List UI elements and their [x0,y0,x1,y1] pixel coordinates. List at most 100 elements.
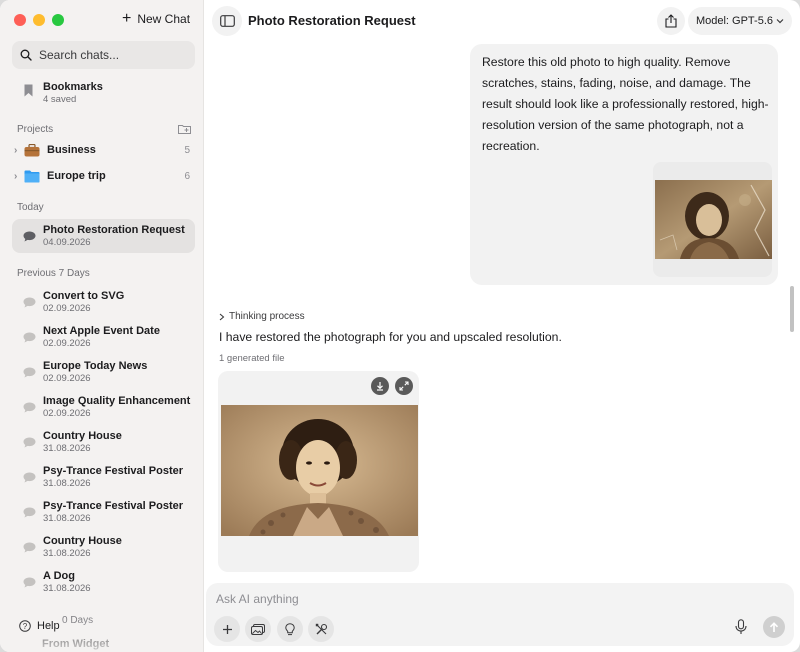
composer [206,583,794,646]
chat-item[interactable]: Psy-Trance Festival Poster 31.08.2026 [12,460,195,494]
chat-bubble-icon [23,231,36,241]
chat-date: 31.08.2026 [43,513,91,524]
chat-item[interactable]: A Dog 31.08.2026 [12,565,195,599]
projects-heading: Projects [17,124,54,135]
chat-date: 02.09.2026 [43,373,91,384]
chat-date: 02.09.2026 [43,338,91,349]
photos-icon [251,623,265,635]
chat-date: 31.08.2026 [43,443,91,454]
chat-bubble-icon [23,297,36,307]
new-chat-label: New Chat [137,12,191,26]
bookmarks-item[interactable]: Bookmarks 4 saved [24,80,103,106]
project-business[interactable]: › Business 5 [14,140,190,160]
chat-date: 31.08.2026 [43,583,91,594]
chat-item[interactable]: Convert to SVG 02.09.2026 [12,285,195,319]
lightbulb-icon [285,622,295,635]
close-window-button[interactable] [14,14,26,26]
chat-date: 31.08.2026 [43,548,91,559]
project-count: 5 [184,144,190,156]
model-selector[interactable]: Model: GPT-5.6 [688,7,792,35]
chat-item-partial[interactable]: From Widget [42,637,109,651]
search-box[interactable] [12,41,195,69]
model-label: Model: GPT-5.6 [695,15,774,27]
project-name: Europe trip [47,170,106,182]
chat-title: A Dog [43,570,75,582]
ideas-button[interactable] [277,616,303,642]
share-button[interactable] [657,7,685,35]
restored-photo-image [221,405,418,536]
chat-date: 31.08.2026 [43,478,91,489]
plus-icon [222,624,232,634]
app-window: + New Chat Bookmarks 4 saved Projects [0,0,800,652]
attached-image[interactable] [653,162,772,277]
chat-title: Image Quality Enhancement [43,395,191,407]
chat-item[interactable]: Europe Today News 02.09.2026 [12,355,195,389]
project-count: 6 [184,170,190,182]
previous-7-days-heading: Previous 7 Days [17,268,90,279]
generated-files-label: 1 generated file [219,353,285,364]
user-message: Restore this old photo to high quality. … [470,44,778,285]
generated-image-card[interactable] [218,371,419,572]
chat-bubble-icon [23,472,36,482]
previous-30-days-heading: 0 Days [62,615,94,626]
image-upload-button[interactable] [245,616,271,642]
chat-title: Next Apple Event Date [43,325,160,337]
chevron-right-icon: › [14,170,18,182]
chat-title: Country House [43,535,122,547]
search-icon [20,49,32,61]
new-chat-button[interactable]: + New Chat [122,11,191,27]
chevron-right-icon [219,313,225,320]
share-icon [665,14,677,28]
assistant-reply: I have restored the photograph for you a… [219,330,562,344]
briefcase-icon [24,143,40,156]
expand-icon [399,381,409,391]
chat-item[interactable]: Image Quality Enhancement 02.09.2026 [12,390,195,424]
microphone-icon[interactable] [735,619,747,635]
top-bar: Photo Restoration Request Model: GPT-5.6 [204,0,800,42]
chat-date: 02.09.2026 [43,303,91,314]
folder-icon [24,170,40,182]
thinking-label: Thinking process [229,311,305,322]
new-folder-icon[interactable] [178,124,191,134]
help-label: Help [37,620,60,632]
expand-button[interactable] [395,377,413,395]
message-input[interactable] [216,592,716,606]
chat-title: Europe Today News [43,360,148,372]
today-heading: Today [17,202,44,213]
sidebar-toggle-button[interactable] [212,6,242,36]
chevron-down-icon [776,19,784,24]
chat-title: Photo Restoration Request [43,224,185,236]
minimize-window-button[interactable] [33,14,45,26]
chat-item-photo-restoration[interactable]: Photo Restoration Request 04.09.2026 [12,219,195,253]
chat-bubble-icon [23,437,36,447]
download-button[interactable] [371,377,389,395]
chat-date: 04.09.2026 [43,237,91,248]
chat-title: Psy-Trance Festival Poster [43,500,184,512]
page-title: Photo Restoration Request [248,13,416,28]
chat-item[interactable]: Next Apple Event Date 02.09.2026 [12,320,195,354]
user-message-text: Restore this old photo to high quality. … [482,55,769,153]
chat-bubble-icon [23,577,36,587]
add-attachment-button[interactable] [214,616,240,642]
help-button[interactable]: ? Help [19,620,60,632]
old-photo-image [655,180,772,259]
project-name: Business [47,144,96,156]
chat-bubble-icon [23,367,36,377]
project-europe-trip[interactable]: › Europe trip 6 [14,166,190,186]
sidebar: + New Chat Bookmarks 4 saved Projects [0,0,204,652]
search-input[interactable] [39,48,189,62]
send-button[interactable] [763,616,785,638]
help-icon: ? [19,620,31,632]
download-icon [377,382,383,391]
thinking-process-toggle[interactable]: Thinking process [219,311,305,322]
chat-item[interactable]: Country House 31.08.2026 [12,530,195,564]
chat-title: Psy-Trance Festival Poster [43,465,184,477]
zoom-window-button[interactable] [52,14,64,26]
chevron-right-icon: › [14,144,18,156]
scrollbar[interactable] [790,286,794,332]
bookmarks-count: 4 saved [43,94,77,105]
chat-item[interactable]: Country House 31.08.2026 [12,425,195,459]
tools-button[interactable] [308,616,334,642]
chat-item[interactable]: Psy-Trance Festival Poster 31.08.2026 [12,495,195,529]
chat-bubble-icon [23,402,36,412]
